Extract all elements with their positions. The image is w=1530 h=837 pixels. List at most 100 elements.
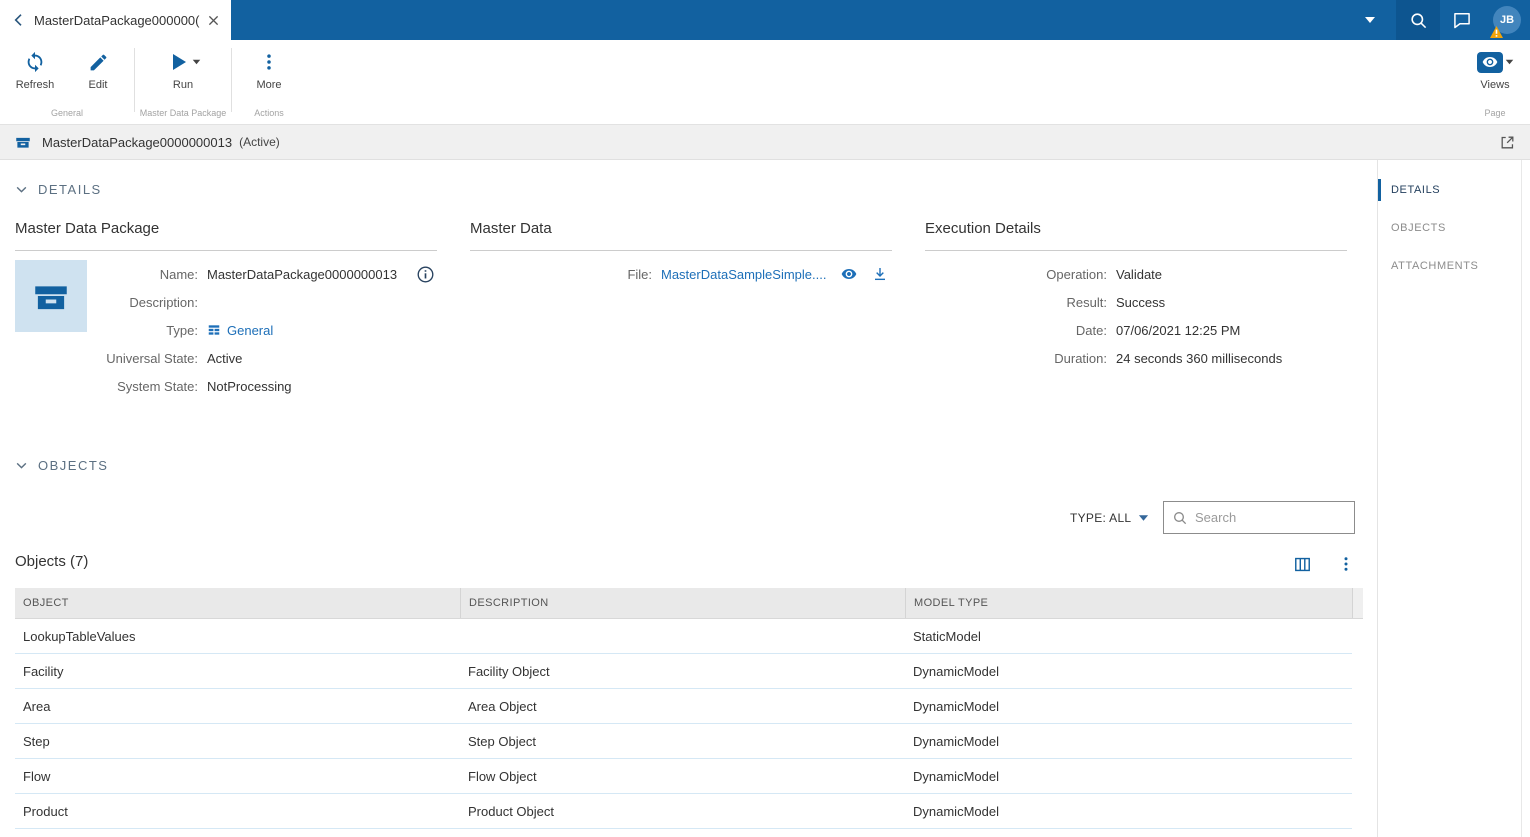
cell-description: Area Object bbox=[460, 699, 905, 714]
main-content: DETAILS Master Data Package Name: Master… bbox=[0, 160, 1530, 837]
refresh-icon bbox=[24, 50, 46, 74]
download-icon[interactable] bbox=[872, 266, 888, 282]
edit-button[interactable]: Edit bbox=[73, 50, 123, 91]
cell-model-type: StaticModel bbox=[905, 629, 1352, 644]
field-name: Name: MasterDataPackage0000000013 bbox=[87, 260, 437, 288]
cell-object: Facility bbox=[15, 664, 460, 679]
table-header-row: OBJECT DESCRIPTION MODEL TYPE bbox=[15, 588, 1363, 619]
record-titlebar: MasterDataPackage0000000013 (Active) bbox=[0, 125, 1530, 160]
cell-object: Step bbox=[15, 734, 460, 749]
universal-state-value: Active bbox=[207, 351, 437, 366]
field-file: File: MasterDataSampleSimple.... bbox=[470, 260, 892, 288]
warning-triangle-icon bbox=[1490, 26, 1503, 38]
cell-object: LookupTableValues bbox=[15, 629, 460, 644]
execution-details-panel: Execution Details Operation: Validate Re… bbox=[925, 220, 1347, 372]
group-label-page: Page bbox=[1484, 108, 1505, 118]
anchor-objects[interactable]: OBJECTS bbox=[1378, 210, 1521, 246]
field-label: Duration: bbox=[925, 351, 1107, 366]
info-icon[interactable] bbox=[416, 265, 435, 284]
table-row[interactable]: LookupTableValues StaticModel bbox=[15, 619, 1352, 654]
table-row[interactable]: Step Step Object DynamicModel bbox=[15, 724, 1352, 759]
anchor-details[interactable]: DETAILS bbox=[1378, 172, 1521, 208]
column-header-model-type[interactable]: MODEL TYPE bbox=[905, 588, 1352, 618]
preview-eye-icon[interactable] bbox=[840, 266, 858, 282]
search-magnifier-icon bbox=[1172, 510, 1188, 526]
field-universal-state: Universal State: Active bbox=[87, 344, 437, 372]
type-filter-label: TYPE: ALL bbox=[1070, 511, 1131, 525]
field-label: Operation: bbox=[925, 267, 1107, 282]
anchor-attachments[interactable]: ATTACHMENTS bbox=[1378, 248, 1521, 284]
field-operation: Operation: Validate bbox=[925, 260, 1347, 288]
group-label-general: General bbox=[51, 108, 83, 118]
refresh-button[interactable]: Refresh bbox=[10, 50, 60, 91]
page-scrollbar[interactable] bbox=[1521, 160, 1530, 837]
field-label: Result: bbox=[925, 295, 1107, 310]
type-link[interactable]: General bbox=[227, 323, 273, 338]
details-section-header[interactable]: DETAILS bbox=[15, 182, 102, 197]
views-dropdown-caret-icon[interactable] bbox=[1505, 58, 1514, 66]
table-row[interactable]: Facility Facility Object DynamicModel bbox=[15, 654, 1352, 689]
panel-heading: Master Data bbox=[470, 220, 892, 251]
field-label: Universal State: bbox=[87, 351, 198, 366]
record-status: (Active) bbox=[239, 135, 280, 149]
package-icon bbox=[14, 133, 32, 151]
search-icon[interactable] bbox=[1396, 0, 1440, 40]
chat-icon[interactable] bbox=[1440, 0, 1484, 40]
cell-object: Area bbox=[15, 699, 460, 714]
open-in-window-icon[interactable] bbox=[1494, 129, 1520, 155]
field-label: Name: bbox=[87, 267, 198, 282]
chevron-down-icon bbox=[15, 183, 28, 196]
type-filter-dropdown[interactable]: TYPE: ALL bbox=[1070, 511, 1149, 525]
column-header-description[interactable]: DESCRIPTION bbox=[460, 588, 905, 618]
user-avatar[interactable]: JB bbox=[1484, 0, 1530, 40]
topbar-dropdown-caret-icon[interactable] bbox=[1352, 0, 1388, 40]
group-label-actions: Actions bbox=[254, 108, 284, 118]
pencil-icon bbox=[88, 50, 109, 74]
edit-label: Edit bbox=[89, 79, 108, 91]
objects-table-title: Objects (7) bbox=[15, 553, 88, 570]
table-header-gutter bbox=[1352, 588, 1363, 618]
back-chevron-icon[interactable] bbox=[8, 9, 30, 31]
field-date: Date: 07/06/2021 12:25 PM bbox=[925, 316, 1347, 344]
topbar-actions: JB bbox=[1352, 0, 1530, 40]
cell-object: Product bbox=[15, 804, 460, 819]
tab-title: MasterDataPackage000000( bbox=[34, 13, 203, 28]
master-data-panel: Master Data File: MasterDataSampleSimple… bbox=[470, 220, 892, 288]
column-header-object[interactable]: OBJECT bbox=[15, 588, 460, 618]
master-data-package-panel: Master Data Package Name: MasterDataPack… bbox=[15, 220, 437, 400]
tab-close-icon[interactable] bbox=[203, 10, 223, 30]
more-button[interactable]: More bbox=[244, 50, 294, 91]
chevron-down-icon bbox=[15, 459, 28, 472]
views-label: Views bbox=[1480, 79, 1509, 91]
duration-value: 24 seconds 360 milliseconds bbox=[1116, 351, 1347, 366]
file-link[interactable]: MasterDataSampleSimple.... bbox=[661, 267, 826, 282]
cell-model-type: DynamicModel bbox=[905, 699, 1352, 714]
field-type: Type: General bbox=[87, 316, 437, 344]
table-row[interactable]: Product Product Object DynamicModel bbox=[15, 794, 1352, 829]
field-description: Description: bbox=[87, 288, 437, 316]
run-dropdown-caret-icon[interactable] bbox=[192, 58, 201, 66]
run-label: Run bbox=[173, 79, 193, 91]
operation-value: Validate bbox=[1116, 267, 1347, 282]
topbar: MasterDataPackage000000( JB bbox=[0, 0, 1530, 40]
group-label-master-data-package: Master Data Package bbox=[140, 108, 227, 118]
table-row[interactable]: Area Area Object DynamicModel bbox=[15, 689, 1352, 724]
objects-section-title: OBJECTS bbox=[38, 458, 108, 473]
field-label: File: bbox=[470, 267, 652, 282]
column-settings-icon[interactable] bbox=[1293, 555, 1312, 574]
objects-section-header[interactable]: OBJECTS bbox=[15, 458, 108, 473]
table-menu-ellipsis-icon[interactable] bbox=[1337, 553, 1355, 575]
views-button[interactable]: Views bbox=[1468, 50, 1522, 91]
run-button[interactable]: Run bbox=[147, 50, 219, 91]
field-label: Description: bbox=[87, 295, 198, 310]
field-label: System State: bbox=[87, 379, 198, 394]
toolbar-separator bbox=[134, 48, 135, 112]
table-row[interactable]: Flow Flow Object DynamicModel bbox=[15, 759, 1352, 794]
more-label: More bbox=[256, 79, 281, 91]
search-input[interactable] bbox=[1195, 510, 1346, 525]
name-value: MasterDataPackage0000000013 bbox=[207, 267, 397, 282]
ribbon-toolbar: Refresh Edit Run More bbox=[0, 40, 1530, 125]
field-result: Result: Success bbox=[925, 288, 1347, 316]
cell-description: Facility Object bbox=[460, 664, 905, 679]
document-tab[interactable]: MasterDataPackage000000( bbox=[0, 0, 231, 40]
